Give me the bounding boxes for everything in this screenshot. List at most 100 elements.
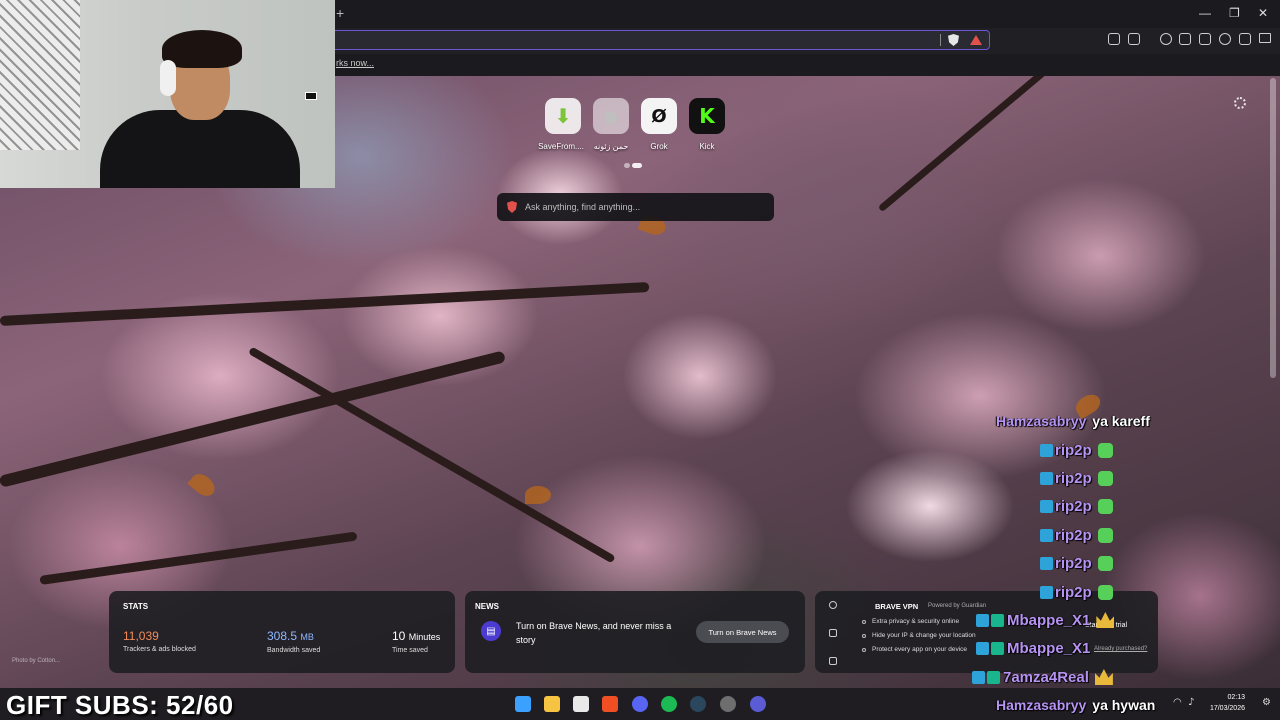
- top-site-label: Kick: [699, 142, 715, 151]
- pager-dot[interactable]: [624, 163, 630, 168]
- turn-on-news-button[interactable]: Turn on Brave News: [696, 621, 789, 643]
- bandwidth-saved-value: 308.5 MB: [267, 629, 314, 643]
- gifter-badge-icon: [987, 670, 1000, 684]
- crown-emote-icon: [1096, 612, 1115, 628]
- trackers-blocked-value: 11,039: [123, 629, 159, 643]
- green-emote-icon: [1097, 470, 1113, 486]
- headphones-icon: [160, 60, 176, 96]
- gifter-badge-icon: [991, 613, 1004, 627]
- news-description: Turn on Brave News, and never miss a sto…: [516, 621, 672, 645]
- chat-username: 7amza4Real: [1003, 668, 1089, 686]
- sidebar-icon[interactable]: [1179, 33, 1191, 45]
- chat-username: Hamzasabryy: [996, 413, 1087, 429]
- chat-username: rip2p: [1055, 441, 1092, 459]
- time-saved-value: 10 Minutes: [392, 629, 440, 643]
- screenshot-icon[interactable]: [1128, 33, 1140, 45]
- crown-emote-icon: [1094, 669, 1113, 685]
- vpn-powered-by: Powered by Guardian: [928, 603, 987, 609]
- brave-rewards-icon[interactable]: [970, 35, 982, 45]
- top-site-kick[interactable]: K: [689, 98, 725, 134]
- close-button[interactable]: ✕: [1258, 6, 1268, 20]
- subscriber-badge-icon: [1040, 499, 1053, 513]
- chat-username: rip2p: [1055, 583, 1092, 601]
- subscriber-badge-icon: [1040, 556, 1053, 570]
- file-explorer-icon[interactable]: [544, 696, 560, 712]
- subscriber-badge-icon: [1040, 585, 1053, 599]
- vpn-widget: [815, 591, 1158, 673]
- chat-username: rip2p: [1055, 554, 1092, 572]
- chat-username: Mbappe_X1: [1007, 611, 1091, 629]
- check-icon: [862, 620, 866, 624]
- already-purchased-link[interactable]: Already purchased?: [1094, 646, 1147, 652]
- extensions-icon[interactable]: [1108, 33, 1120, 45]
- chat-message: rip2p: [1040, 582, 1113, 602]
- windows-start-icon[interactable]: [515, 696, 531, 712]
- vpn-shield-icon[interactable]: [829, 601, 837, 609]
- news-title: NEWS: [475, 602, 499, 611]
- photo-credit[interactable]: Photo by Cotton...: [12, 658, 60, 664]
- subscriber-badge-icon: [1040, 443, 1053, 457]
- chat-message: Mbappe_X1: [976, 638, 1090, 658]
- vpn-shield-icon[interactable]: [1239, 33, 1251, 45]
- volume-icon[interactable]: ♪: [1188, 697, 1194, 708]
- wallet-icon[interactable]: [1199, 33, 1211, 45]
- new-tab-button[interactable]: +: [336, 5, 344, 21]
- chat-text: ya hywan: [1092, 697, 1156, 713]
- steam-icon[interactable]: [690, 696, 706, 712]
- download-arrow-icon: ⬇: [554, 104, 572, 128]
- gift-subs-counter: GIFT SUBS: 52/60: [6, 690, 234, 720]
- time-saved-label: Time saved: [392, 647, 428, 654]
- streamer-webcam: [0, 0, 335, 188]
- green-emote-icon: [1097, 555, 1113, 571]
- pager-dot-active[interactable]: [632, 163, 642, 168]
- minimize-button[interactable]: —: [1199, 6, 1211, 20]
- vpn-title: BRAVE VPN: [875, 602, 919, 611]
- leo-ai-icon[interactable]: [1219, 33, 1231, 45]
- page-scrollbar[interactable]: [1270, 78, 1276, 378]
- app-ring-icon[interactable]: [750, 696, 766, 712]
- brave-browser-icon[interactable]: [602, 696, 618, 712]
- menu-hamburger-icon[interactable]: [1259, 33, 1271, 43]
- store-icon[interactable]: [573, 696, 589, 712]
- card-icon[interactable]: [829, 657, 837, 665]
- bandwidth-unit: MB: [300, 632, 314, 642]
- restore-button[interactable]: ❐: [1229, 6, 1240, 20]
- warning-icon[interactable]: [829, 629, 837, 637]
- wifi-icon[interactable]: ◠: [1173, 697, 1182, 708]
- bandwidth-number: 308.5: [267, 629, 298, 643]
- subscriber-badge-icon: [976, 613, 989, 627]
- discord-icon[interactable]: [632, 696, 648, 712]
- subscriber-badge-icon: [976, 641, 989, 655]
- customize-settings-icon[interactable]: [1234, 97, 1246, 109]
- subscriber-badge-icon: [1040, 528, 1053, 542]
- wall-sticker: [305, 92, 317, 100]
- check-icon: [862, 648, 866, 652]
- subscriber-badge-icon: [1040, 471, 1053, 485]
- grok-icon: Ø: [651, 105, 667, 127]
- clock-time[interactable]: 02:13: [1205, 694, 1245, 701]
- kick-icon: K: [699, 104, 715, 128]
- clock-date[interactable]: 17/03/2026: [1205, 705, 1245, 712]
- time-unit: Minutes: [408, 632, 441, 642]
- spotify-icon[interactable]: [661, 696, 677, 712]
- chat-username: rip2p: [1055, 469, 1092, 487]
- search-input[interactable]: [525, 198, 765, 216]
- stats-title: STATS: [123, 602, 149, 611]
- bandwidth-saved-label: Bandwidth saved: [267, 647, 321, 654]
- address-bar[interactable]: [330, 30, 990, 50]
- notifications-icon[interactable]: ⚙: [1262, 697, 1271, 708]
- chat-username: Hamzasabryy: [996, 697, 1087, 713]
- chat-text: ya kareff: [1092, 413, 1150, 429]
- chat-message: Hamzasabryy ya kareff: [996, 411, 1150, 431]
- widget-switcher: [819, 593, 847, 683]
- green-emote-icon: [1097, 498, 1113, 514]
- chat-message: rip2p: [1040, 496, 1113, 516]
- top-site-2[interactable]: ●: [593, 98, 629, 134]
- top-site-grok[interactable]: Ø: [641, 98, 677, 134]
- top-site-savefrom[interactable]: ⬇: [545, 98, 581, 134]
- bookmarks-import-link[interactable]: rks now...: [336, 58, 374, 68]
- obs-icon[interactable]: [720, 696, 736, 712]
- media-music-icon[interactable]: [1160, 33, 1172, 45]
- vpn-feature: Protect every app on your device: [872, 646, 968, 653]
- vpn-feature: Extra privacy & security online: [872, 618, 960, 625]
